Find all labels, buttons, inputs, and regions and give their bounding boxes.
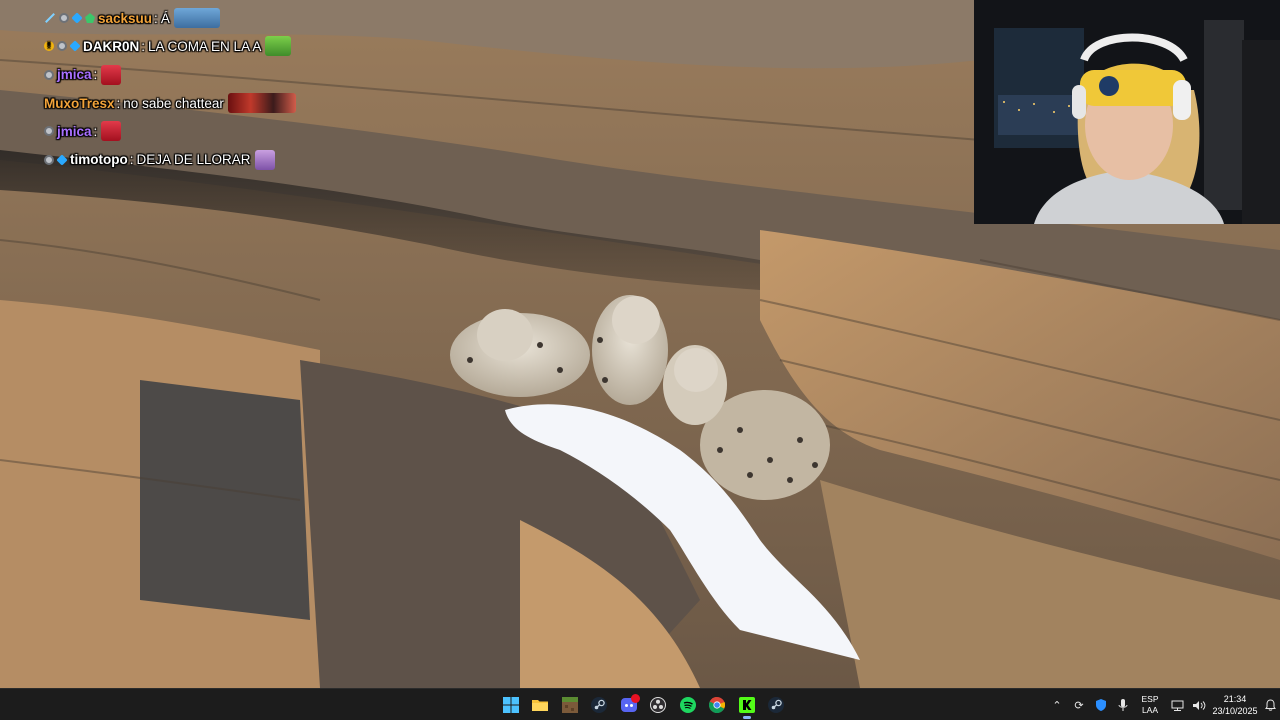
chat-badge-blue-icon: [69, 40, 81, 53]
clock-time: 21:34: [1223, 694, 1247, 704]
chat-badge-sword-icon: [44, 12, 56, 24]
taskbar-kick[interactable]: [732, 689, 762, 720]
chat-username[interactable]: sacksuu: [98, 11, 152, 26]
microphone-icon[interactable]: [1112, 689, 1134, 720]
sync-icon[interactable]: ⟳: [1068, 689, 1090, 720]
chat-separator: :: [129, 152, 134, 168]
chat-badge-grey-icon: [59, 13, 69, 24]
start-button[interactable]: [496, 689, 526, 720]
chat-username[interactable]: jmica: [57, 124, 92, 139]
folder-icon: [532, 700, 549, 711]
chat-username[interactable]: jmica: [57, 67, 92, 82]
lips-emote: [101, 64, 122, 85]
show-hidden-icons-chevron-icon[interactable]: ⌃: [1046, 689, 1068, 720]
chat-badge-green-icon: [85, 13, 95, 24]
taskbar-apps: [496, 689, 791, 720]
webcam-overlay: [974, 0, 1280, 224]
chat-message-text: LA COMA EN LA A: [148, 38, 262, 54]
crowd-emote: [227, 93, 296, 114]
chat-overlay: sacksuu: Á! DAKR0N: LA COMA EN LA Ajmica: Mu…: [44, 4, 344, 174]
network-icon[interactable]: [1166, 689, 1188, 720]
obs-icon: [650, 697, 667, 713]
chat-username[interactable]: DAKR0N: [83, 39, 139, 54]
clock[interactable]: 21:34 23/10/2025: [1210, 693, 1260, 717]
discord-notification-badge: [631, 694, 640, 703]
spotify-icon: [679, 697, 696, 713]
taskbar: ⌃ ⟳ ESP LAA 21:34 23/10/2025: [0, 688, 1280, 720]
kick-icon: [738, 697, 755, 713]
chat-separator: :: [141, 38, 146, 54]
input-language-indicator[interactable]: ESP LAA: [1134, 694, 1166, 716]
system-tray: ⌃ ⟳ ESP LAA 21:34 23/10/2025: [1046, 689, 1280, 720]
chat-message: jmica:: [44, 61, 344, 89]
cry-emote: [254, 149, 275, 170]
volume-icon[interactable]: [1188, 689, 1210, 720]
frog-emote: [265, 36, 292, 57]
taskbar-file-explorer[interactable]: [526, 689, 556, 720]
shield-icon[interactable]: [1090, 689, 1112, 720]
steam-icon: [591, 697, 608, 713]
windows-icon: [502, 697, 519, 713]
steam-icon: [768, 697, 785, 713]
chat-message-text: Á: [160, 10, 170, 26]
chat-badge-blue-icon: [71, 12, 83, 24]
chat-message: ! DAKR0N: LA COMA EN LA A: [44, 32, 344, 60]
taskbar-chrome[interactable]: [703, 689, 733, 720]
chat-separator: :: [116, 95, 121, 111]
chat-message: sacksuu: Á: [44, 4, 344, 32]
chrome-icon: [709, 697, 726, 713]
chat-separator: :: [154, 10, 158, 26]
chat-message: jmica:: [44, 117, 344, 145]
taskbar-steam-2[interactable]: [762, 689, 792, 720]
notifications-bell-icon[interactable]: [1260, 689, 1280, 720]
taskbar-steam[interactable]: [585, 689, 615, 720]
chat-badge-grey-icon: [44, 69, 54, 80]
taskbar-spotify[interactable]: [673, 689, 703, 720]
chat-message: timotopo: DEJA DE LLORAR: [44, 145, 344, 173]
taskbar-minecraft[interactable]: [555, 689, 585, 720]
skate-emote: [173, 8, 220, 29]
streamer-webcam-image: [974, 0, 1280, 224]
minecraft-icon: [561, 697, 578, 713]
chat-badge-grey-icon: [44, 126, 54, 137]
taskbar-obs[interactable]: [644, 689, 674, 720]
chat-badge-grey-icon: [57, 41, 67, 52]
chat-separator: :: [93, 67, 98, 83]
lips-emote: [101, 121, 122, 142]
chat-separator: :: [93, 123, 98, 139]
clock-date: 23/10/2025: [1212, 706, 1258, 716]
chat-username[interactable]: timotopo: [70, 152, 128, 167]
chat-badge-gold-icon: !: [44, 41, 54, 52]
chat-message: MuxoTresx: no sabe chattear: [44, 89, 344, 117]
language-code: ESP: [1141, 694, 1159, 704]
chat-username[interactable]: MuxoTresx: [44, 96, 115, 111]
chat-badge-blue-icon: [56, 153, 68, 166]
chat-message-text: DEJA DE LLORAR: [136, 152, 251, 168]
taskbar-discord[interactable]: [614, 689, 644, 720]
chat-message-text: no sabe chattear: [123, 95, 224, 111]
keyboard-layout-code: LAA: [1141, 705, 1159, 715]
chat-badge-grey-icon: [44, 154, 54, 165]
